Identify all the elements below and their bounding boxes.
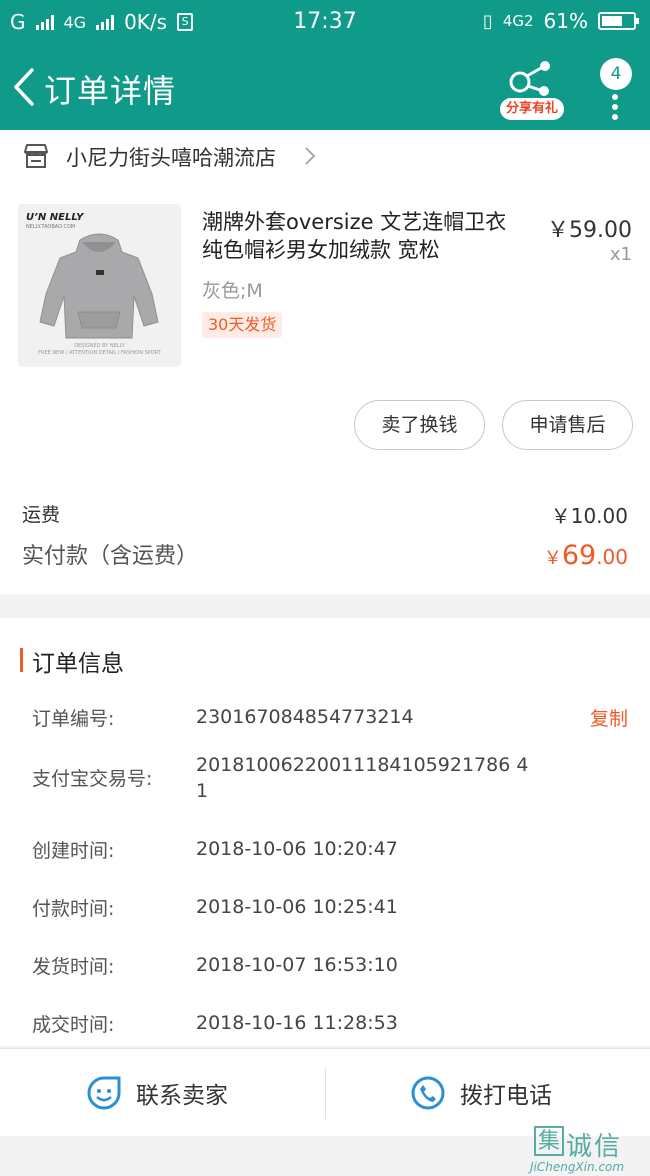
section-accent-bar — [20, 648, 23, 672]
contact-seller-label: 联系卖家 — [136, 1083, 228, 1109]
order-info-heading: 订单信息 — [32, 651, 124, 677]
shipping-fee-row: 运费 ￥10.00 — [22, 500, 628, 528]
watermark-logo: 集 诚 信 — [534, 1126, 620, 1163]
product-image[interactable]: U’N NELLY NELLY.TAOBAO.COM DESIGNED BY N… — [18, 204, 181, 367]
paid-decimal: .00 — [596, 545, 628, 569]
action-divider — [325, 1067, 326, 1119]
product-sku: 灰色;M — [202, 280, 263, 302]
order-info-section: 订单信息 订单编号: 230167084854773214 复制 支付宝交易号:… — [0, 618, 650, 1046]
paid-total-label: 实付款（含运费） — [22, 544, 199, 569]
shipping-fee-label: 运费 — [22, 504, 61, 526]
call-phone-label: 拨打电话 — [460, 1083, 552, 1109]
message-count-badge: 4 — [600, 58, 632, 90]
paid-integer: 69 — [561, 540, 597, 571]
chevron-right-icon — [305, 147, 316, 165]
bottom-action-bar: 联系卖家 拨打电话 — [0, 1048, 650, 1136]
info-key: 订单编号: — [32, 708, 115, 730]
shipping-tag: 30天发货 — [202, 312, 283, 338]
info-key: 支付宝交易号: — [32, 768, 153, 790]
watermark-url: JiChengXin.com — [530, 1160, 625, 1174]
info-value[interactable]: 230167084854773214 — [196, 704, 536, 730]
battery-percent: 61% — [543, 9, 588, 33]
chat-smile-icon — [87, 1076, 121, 1110]
back-arrow-icon[interactable] — [10, 64, 40, 110]
paid-currency: ￥ — [543, 548, 562, 569]
sell-button[interactable]: 卖了换钱 — [354, 400, 485, 450]
contact-seller-button[interactable]: 联系卖家 — [86, 1049, 228, 1137]
paid-total-row: 实付款（含运费） ￥69.00 — [22, 538, 628, 571]
info-value: 2018-10-16 11:28:53 — [196, 1012, 398, 1034]
watermark-char: 集 — [534, 1126, 564, 1156]
more-menu-button[interactable]: 4 — [596, 58, 636, 120]
copy-button[interactable]: 复制 — [590, 704, 628, 731]
image-caption: DESIGNED BY NELLY FREE NEW / ATTENTION D… — [38, 343, 161, 356]
after-sale-button[interactable]: 申请售后 — [502, 400, 633, 450]
paid-total-value: ￥69.00 — [544, 540, 628, 571]
phone-icon — [411, 1076, 445, 1110]
info-key: 创建时间: — [32, 840, 115, 862]
vibrate-icon: ▯ — [482, 10, 493, 32]
share-button[interactable]: 分享有礼 — [500, 58, 566, 122]
product-price: ￥59.00 — [547, 218, 632, 243]
info-value: 20181006220011184105921786 41 — [196, 754, 529, 802]
info-value: 2018-10-06 10:25:41 — [196, 896, 398, 918]
info-value: 2018-10-07 16:53:10 — [196, 954, 398, 976]
more-dots-icon — [612, 94, 618, 124]
share-icon — [509, 61, 550, 96]
shop-name: 小尼力街头嘻哈潮流店 — [66, 146, 276, 170]
product-title[interactable]: 潮牌外套oversize 文艺连帽卫衣 纯色帽衫男女加绒款 宽松 — [202, 208, 524, 264]
status-bar: G 4G 0K/s S 17:37 ▯ 4G2 61% — [0, 0, 650, 44]
watermark-char: 信 — [594, 1132, 621, 1162]
shop-row[interactable]: 小尼力街头嘻哈潮流店 — [0, 130, 650, 182]
battery-icon — [598, 12, 639, 30]
watermark: 集 诚 信 JiChengXin.com — [0, 1126, 650, 1176]
info-value: 2018-10-06 10:20:47 — [196, 838, 398, 860]
order-card: 小尼力街头嘻哈潮流店 U’N NELLY NELLY.TAOBAO.COM DE… — [0, 130, 650, 594]
product-quantity: x1 — [609, 244, 632, 265]
nav-bar: 订单详情 分享有礼 4 — [0, 44, 650, 130]
network-label-2: 4G2 — [502, 12, 534, 30]
shipping-fee-value: ￥10.00 — [550, 504, 628, 528]
store-icon — [24, 144, 48, 168]
share-gift-badge: 分享有礼 — [500, 98, 564, 120]
watermark-char: 诚 — [566, 1132, 593, 1162]
call-phone-button[interactable]: 拨打电话 — [410, 1049, 552, 1137]
page-title: 订单详情 — [44, 72, 177, 110]
info-key: 发货时间: — [32, 956, 115, 978]
info-key: 成交时间: — [32, 1014, 115, 1036]
info-key: 付款时间: — [32, 898, 115, 920]
